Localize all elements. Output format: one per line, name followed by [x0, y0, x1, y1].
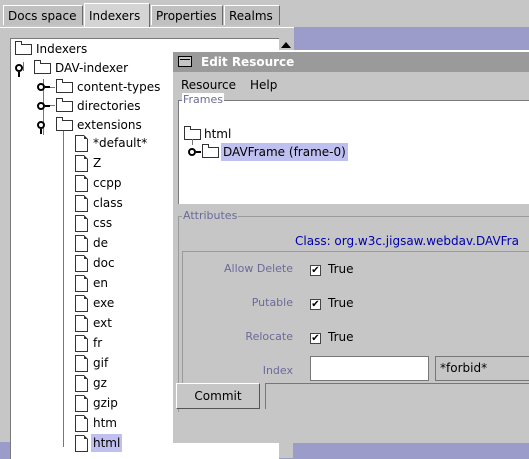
folder-icon	[56, 117, 73, 131]
frames-caption: Frames	[182, 93, 225, 106]
frames-panel: Frames html DAVFrame (frame-0)	[178, 93, 529, 204]
file-icon	[75, 235, 88, 252]
file-icon	[75, 255, 88, 272]
file-icon	[75, 395, 88, 412]
relocate-label: Relocate	[245, 330, 293, 343]
frame-label: html	[204, 127, 232, 141]
tree-label: fr	[93, 336, 103, 350]
file-icon	[75, 175, 88, 192]
file-icon	[75, 295, 88, 312]
tab-docs-space[interactable]: Docs space	[3, 5, 83, 25]
menu-help[interactable]: Help	[250, 78, 277, 92]
allow-delete-label: Allow Delete	[223, 262, 293, 275]
putable-label: Putable	[251, 296, 293, 309]
tree-label: htm	[93, 416, 117, 430]
folder-icon	[202, 144, 219, 158]
tab-label: Indexers	[89, 9, 141, 23]
index-input[interactable]	[310, 356, 429, 381]
file-icon	[75, 335, 88, 352]
tab-indexers[interactable]: Indexers	[84, 3, 150, 27]
file-icon	[75, 195, 88, 212]
folder-icon	[34, 60, 51, 74]
tab-label: Docs space	[8, 9, 77, 23]
folder-icon	[56, 79, 73, 93]
tab-bar: Docs space Indexers Properties Realms	[0, 0, 529, 27]
expanded-toggle-icon[interactable]	[37, 121, 45, 134]
tab-realms[interactable]: Realms	[224, 5, 280, 25]
scroll-up-arrow-icon[interactable]	[281, 42, 291, 48]
window-menu-icon[interactable]	[178, 56, 192, 67]
allow-delete-checkbox[interactable]: ✔	[310, 265, 321, 276]
dialog-menubar: Resource Help	[173, 72, 529, 98]
status-bar	[265, 383, 529, 409]
tree-line	[192, 139, 193, 145]
file-icon	[75, 355, 88, 372]
tab-label: Realms	[229, 9, 273, 23]
dialog-title: Edit Resource	[201, 55, 295, 69]
collapsed-toggle-icon[interactable]	[37, 102, 50, 110]
index-select[interactable]: *forbid*	[435, 356, 529, 381]
tree-label: Indexers	[36, 42, 88, 56]
putable-checkbox[interactable]: ✔	[310, 299, 321, 310]
tree-label: html	[91, 434, 123, 452]
collapsed-toggle-icon[interactable]	[37, 83, 50, 91]
frame-label: DAVFrame (frame-0)	[221, 143, 348, 161]
index-label: Index	[262, 364, 293, 377]
tree-label: exe	[93, 296, 115, 310]
tree-line	[23, 62, 24, 71]
tree-label: css	[93, 216, 113, 230]
edit-resource-dialog: Edit Resource Resource Help Frames html …	[171, 50, 529, 443]
tree-label: Z	[93, 156, 102, 170]
relocate-text: True	[328, 330, 354, 344]
index-select-value: *forbid*	[440, 361, 488, 375]
tree-label: ext	[93, 316, 112, 330]
putable-text: True	[328, 296, 354, 310]
commit-button[interactable]: Commit	[176, 383, 260, 409]
tree-label: ccpp	[93, 176, 122, 190]
tree-label: directories	[77, 99, 141, 113]
allow-delete-text: True	[328, 262, 354, 276]
tree-label: *default*	[93, 136, 148, 150]
file-icon	[75, 275, 88, 292]
collapsed-toggle-icon[interactable]	[188, 148, 201, 156]
tree-label: class	[93, 196, 123, 210]
tree-label: gzip	[93, 396, 118, 410]
tree-label: extensions	[77, 118, 142, 132]
file-icon	[75, 415, 88, 432]
commit-label: Commit	[194, 389, 242, 403]
attributes-caption: Attributes	[182, 209, 239, 222]
file-icon	[75, 155, 88, 172]
expanded-toggle-icon[interactable]	[15, 64, 23, 77]
file-icon	[75, 135, 88, 152]
file-icon	[75, 435, 88, 452]
folder-icon	[15, 41, 32, 55]
tab-label: Properties	[156, 9, 217, 23]
file-icon	[75, 375, 88, 392]
folder-icon	[56, 98, 73, 112]
menu-resource[interactable]: Resource	[181, 78, 236, 92]
tree-line	[63, 127, 64, 447]
class-label: Class: org.w3c.jigsaw.webdav.DAVFra	[295, 234, 519, 248]
file-icon	[75, 215, 88, 232]
dialog-titlebar[interactable]: Edit Resource	[173, 52, 529, 72]
tree-label: doc	[93, 256, 115, 270]
relocate-checkbox[interactable]: ✔	[310, 333, 321, 344]
tab-properties[interactable]: Properties	[151, 5, 223, 25]
file-icon	[75, 315, 88, 332]
tree-label: en	[93, 276, 108, 290]
tree-label: gz	[93, 376, 107, 390]
tree-label: de	[93, 236, 108, 250]
tree-label: gif	[93, 356, 109, 370]
tree-label: content-types	[77, 80, 161, 94]
tree-label: DAV-indexer	[55, 61, 129, 75]
